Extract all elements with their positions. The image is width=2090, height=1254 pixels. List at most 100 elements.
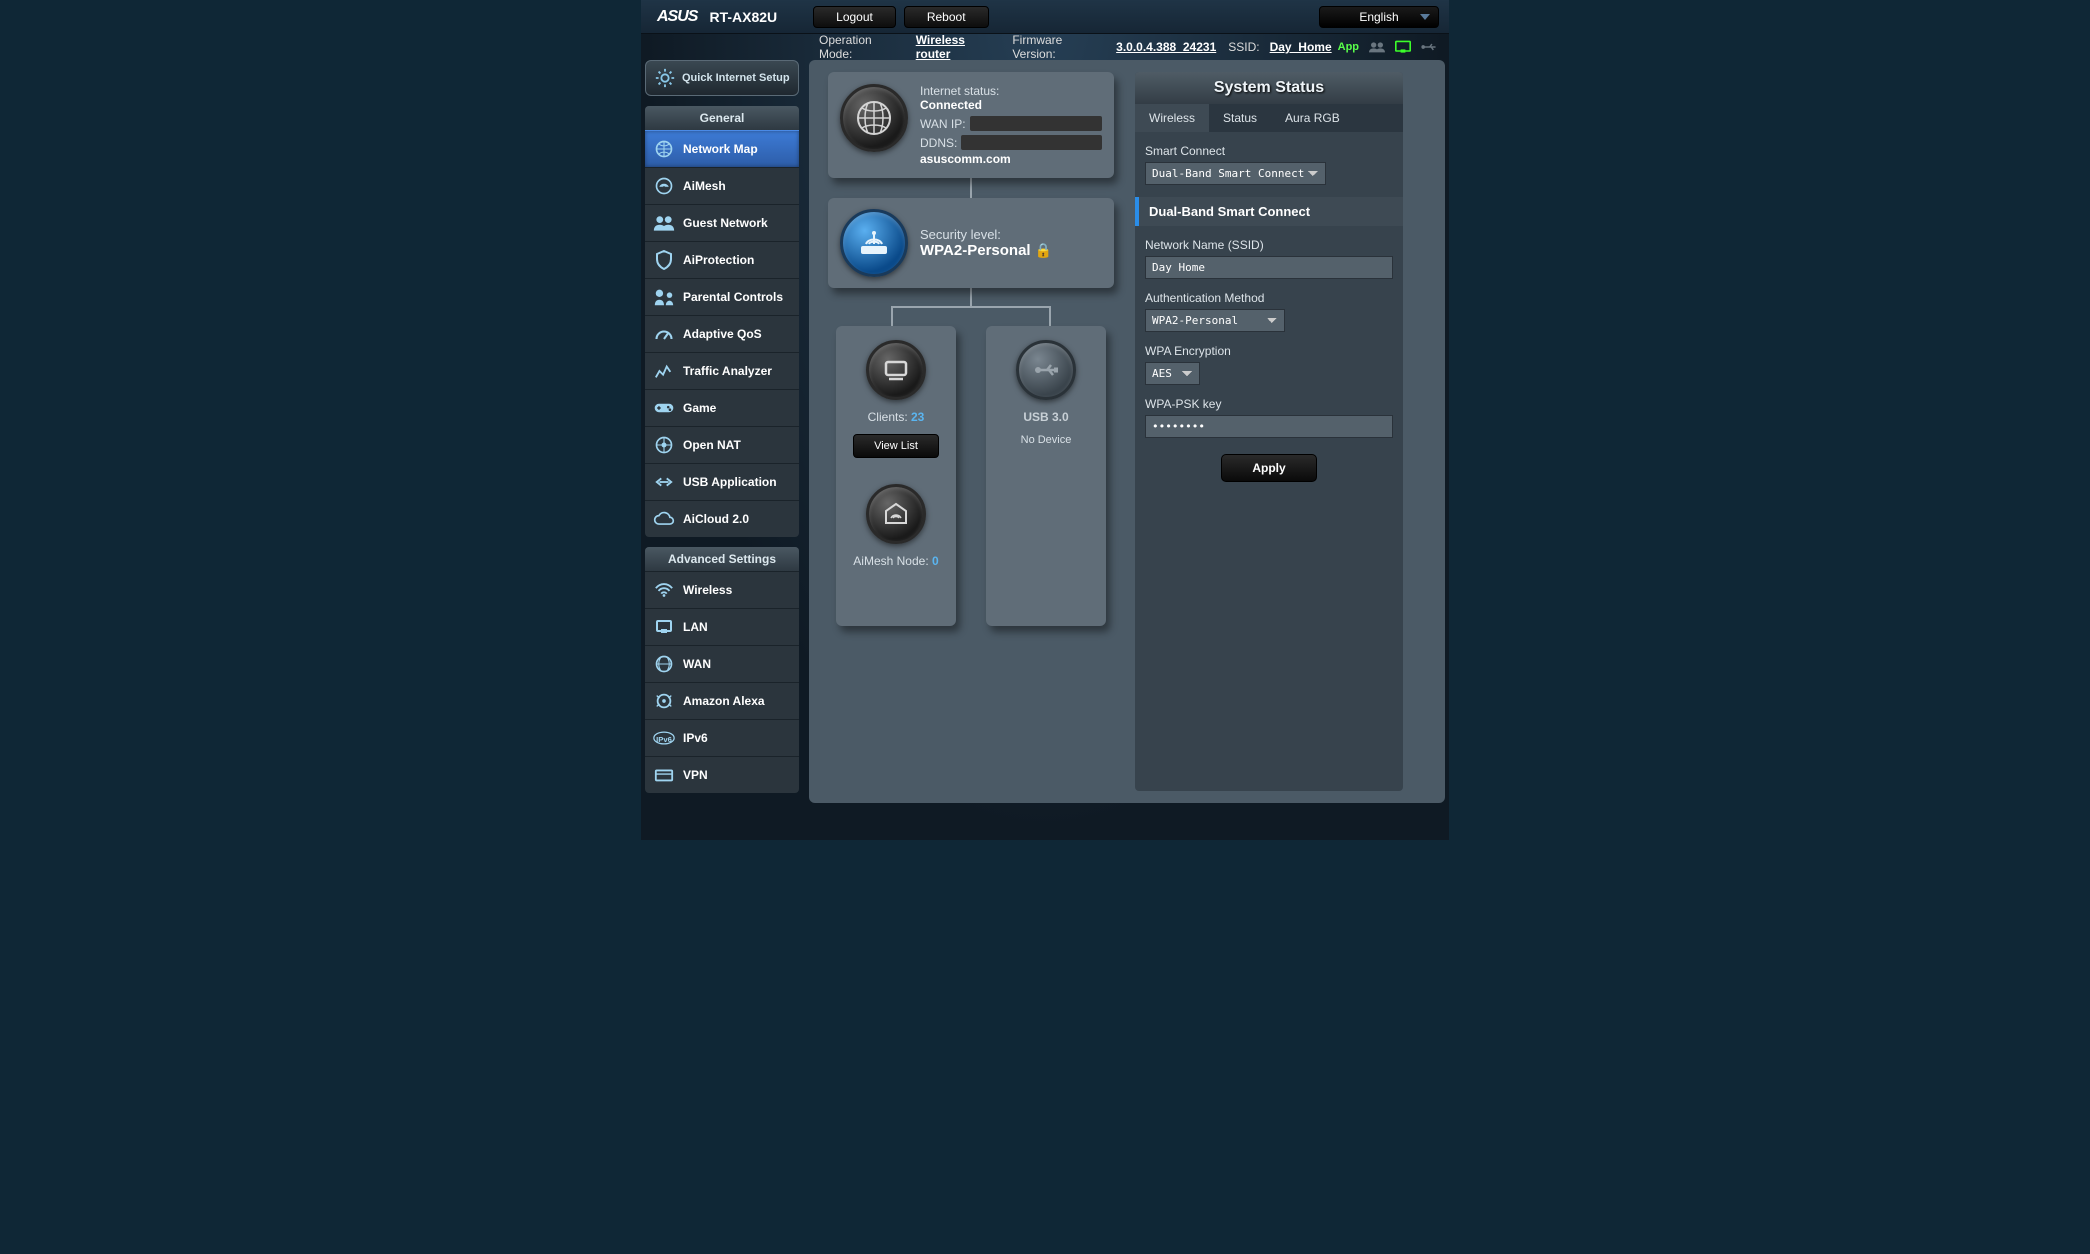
fw-link[interactable]: 3.0.0.4.388_24231: [1116, 40, 1216, 54]
sidebar-item-adaptive-qos[interactable]: Adaptive QoS: [645, 315, 799, 352]
wan-icon: [653, 653, 675, 675]
model-name: RT-AX82U: [709, 9, 777, 25]
ddns-value: [961, 135, 1102, 150]
clients-count: 23: [911, 410, 924, 424]
clients-icon[interactable]: [1369, 40, 1385, 54]
internet-card[interactable]: Internet status: Connected WAN IP: DDNS:…: [828, 72, 1114, 178]
mesh-icon: [653, 175, 675, 197]
sidebar-item-label: Traffic Analyzer: [683, 364, 772, 378]
sidebar-item-aimesh[interactable]: AiMesh: [645, 167, 799, 204]
nav-general-header: General: [645, 106, 799, 130]
nav-advanced-header: Advanced Settings: [645, 547, 799, 571]
nav-general: General Network Map AiMeshGuest Network Ai…: [645, 106, 799, 537]
wanip-label: WAN IP:: [920, 117, 966, 131]
gauge-icon: [653, 323, 675, 345]
app-link[interactable]: App: [1338, 41, 1359, 53]
security-level: WPA2-Personal: [920, 242, 1031, 259]
ddns-suffix: asuscomm.com: [920, 152, 1102, 166]
system-status-title: System Status: [1135, 72, 1403, 104]
usb-icon: [1016, 340, 1076, 400]
tab-status[interactable]: Status: [1209, 104, 1271, 132]
usb-card[interactable]: USB 3.0 No Device: [986, 326, 1106, 626]
status-tabs: Wireless Status Aura RGB: [1135, 104, 1403, 132]
ssid-link[interactable]: Day_Home: [1270, 40, 1332, 54]
sidebar-item-label: WAN: [683, 657, 711, 671]
clients-card[interactable]: Clients: 23 View List AiMesh Node: 0: [836, 326, 956, 626]
sidebar-item-lan[interactable]: LAN: [645, 608, 799, 645]
sidebar-item-label: Parental Controls: [683, 290, 783, 304]
sidebar-item-traffic-analyzer[interactable]: Traffic Analyzer: [645, 352, 799, 389]
ddns-label: DDNS:: [920, 136, 957, 150]
op-mode-link[interactable]: Wireless router: [916, 33, 1001, 61]
wanip-value: [970, 116, 1102, 131]
sidebar-item-wireless[interactable]: Wireless: [645, 571, 799, 608]
enc-select[interactable]: AES: [1145, 362, 1200, 385]
view-list-button[interactable]: View List: [853, 434, 939, 458]
sidebar-item-label: AiCloud 2.0: [683, 512, 749, 526]
gamepad-icon: [653, 397, 675, 419]
traffic-icon: [653, 360, 675, 382]
ethernet-icon[interactable]: [1395, 40, 1411, 54]
reboot-button[interactable]: Reboot: [904, 6, 989, 28]
sidebar-item-ipv6[interactable]: IPv6 IPv6: [645, 719, 799, 756]
parental-icon: [653, 286, 675, 308]
sidebar-item-usb-application[interactable]: USB Application: [645, 463, 799, 500]
aimesh-icon[interactable]: [866, 484, 926, 544]
language-value: English: [1359, 10, 1398, 24]
sidebar-item-wan[interactable]: WAN: [645, 645, 799, 682]
tab-aura-rgb[interactable]: Aura RGB: [1271, 104, 1354, 132]
smart-connect-select[interactable]: Dual-Band Smart Connect: [1145, 162, 1326, 185]
main-panel: Internet status: Connected WAN IP: DDNS:…: [809, 60, 1445, 803]
router-icon: [840, 209, 908, 277]
ssid-input[interactable]: [1145, 256, 1393, 279]
sidebar-item-aiprotection[interactable]: AiProtection: [645, 241, 799, 278]
shield-icon: [653, 249, 675, 271]
sidebar-item-label: Network Map: [683, 142, 758, 156]
auth-label: Authentication Method: [1145, 291, 1393, 305]
sidebar-item-label: Amazon Alexa: [683, 694, 765, 708]
logout-button[interactable]: Logout: [813, 6, 896, 28]
ssid-label: SSID:: [1228, 40, 1259, 54]
gear-icon: [654, 67, 676, 89]
cloud-icon: [653, 508, 675, 530]
clients-icon: [866, 340, 926, 400]
wifi-icon: [653, 579, 675, 601]
quick-internet-setup[interactable]: Quick Internet Setup: [645, 60, 799, 96]
usb-status-icon[interactable]: [1421, 40, 1437, 54]
sidebar-item-label: AiProtection: [683, 253, 754, 267]
router-card[interactable]: Security level: WPA2-Personal🔒: [828, 198, 1114, 288]
sidebar-item-parental-controls[interactable]: Parental Controls: [645, 278, 799, 315]
ipv6-icon: IPv6: [653, 727, 675, 749]
sidebar-item-label: USB Application: [683, 475, 777, 489]
usb-label: USB 3.0: [1023, 410, 1068, 424]
network-map: Internet status: Connected WAN IP: DDNS:…: [821, 72, 1121, 791]
sidebar-item-game[interactable]: Game: [645, 389, 799, 426]
sidebar-item-vpn[interactable]: VPN: [645, 756, 799, 793]
enc-label: WPA Encryption: [1145, 344, 1393, 358]
opennat-icon: [653, 434, 675, 456]
sidebar-item-open-nat[interactable]: Open NAT: [645, 426, 799, 463]
aimesh-count: 0: [932, 554, 939, 568]
language-selector[interactable]: English: [1319, 6, 1439, 28]
fw-label: Firmware Version:: [1012, 33, 1106, 61]
sidebar-item-network-map[interactable]: Network Map: [645, 130, 799, 167]
internet-status-value: Connected: [920, 98, 1102, 112]
psk-input[interactable]: [1145, 415, 1393, 438]
topbar: ASUS RT-AX82U Logout Reboot English: [641, 0, 1449, 34]
sidebar-item-label: IPv6: [683, 731, 708, 745]
sidebar-item-label: Adaptive QoS: [683, 327, 762, 341]
lan-icon: [653, 616, 675, 638]
smart-connect-label: Smart Connect: [1145, 144, 1393, 158]
sidebar-item-amazon-alexa[interactable]: Amazon Alexa: [645, 682, 799, 719]
sidebar-item-aicloud-2-0[interactable]: AiCloud 2.0: [645, 500, 799, 537]
apply-button[interactable]: Apply: [1221, 454, 1316, 482]
sidebar-item-label: LAN: [683, 620, 708, 634]
tab-wireless[interactable]: Wireless: [1135, 104, 1209, 132]
globe-icon: [840, 84, 908, 152]
system-status-panel: System Status Wireless Status Aura RGB S…: [1135, 72, 1403, 791]
sidebar: Quick Internet Setup General Network Map…: [645, 60, 799, 803]
auth-select[interactable]: WPA2-Personal: [1145, 309, 1285, 332]
sidebar-item-guest-network[interactable]: Guest Network: [645, 204, 799, 241]
usb-status: No Device: [1021, 434, 1072, 446]
clients-label: Clients:: [868, 410, 908, 424]
